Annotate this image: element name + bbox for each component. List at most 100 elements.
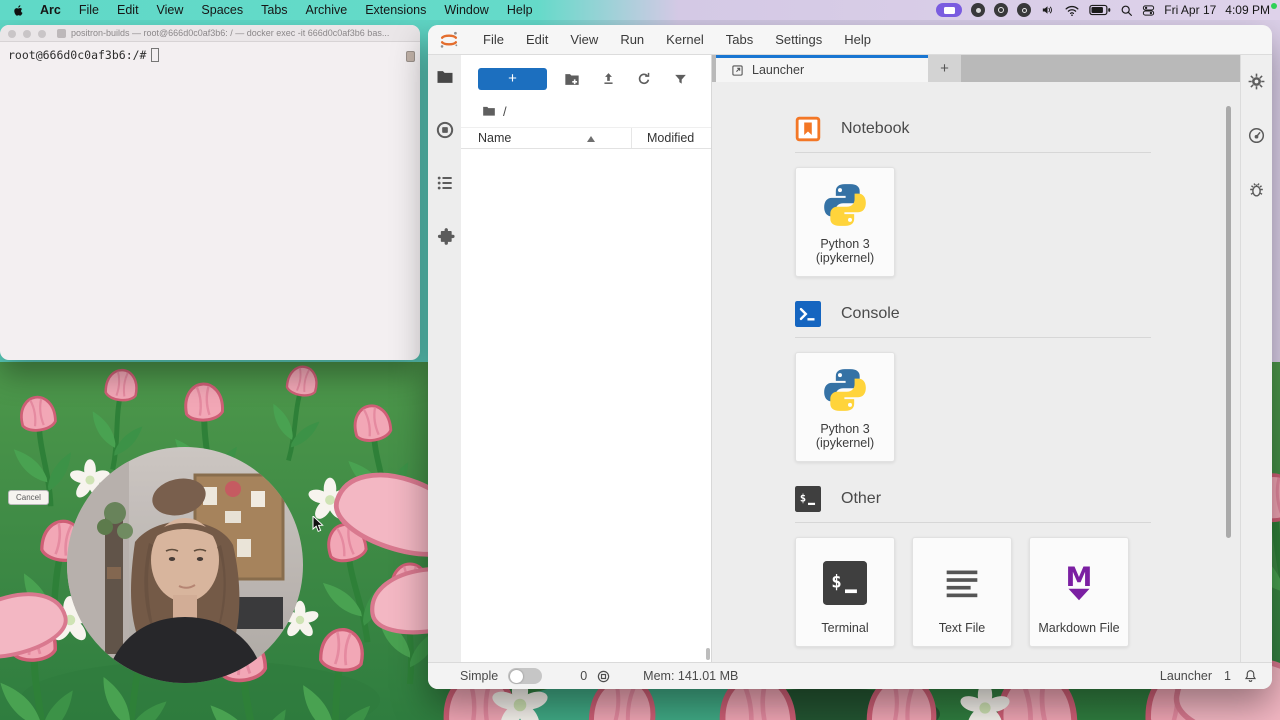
volume-icon[interactable] — [1040, 3, 1055, 17]
file-browser-panel: + / Name Modified — [461, 55, 712, 662]
file-list-empty[interactable] — [461, 149, 711, 619]
extension-manager-icon[interactable] — [435, 226, 455, 246]
kernel-count: 0 — [580, 669, 588, 683]
control-center-icon[interactable] — [1142, 4, 1155, 17]
battery-icon[interactable] — [1089, 4, 1111, 16]
menu-bar-time[interactable]: 4:09 PM — [1225, 3, 1270, 17]
column-name[interactable]: Name — [461, 131, 511, 145]
upload-icon[interactable] — [600, 71, 616, 87]
menubar-app-icon[interactable] — [971, 3, 986, 17]
file-browser-icon[interactable] — [435, 67, 455, 87]
file-browser-toolbar: + — [461, 66, 711, 92]
status-bar: Simple 0 Mem: 141.01 MB Launcher 1 — [428, 662, 1272, 689]
notebook-icon — [795, 116, 821, 142]
left-sidebar-strip — [428, 55, 461, 662]
jl-menu-run[interactable]: Run — [609, 25, 655, 55]
debugger-bug-icon[interactable] — [1247, 179, 1267, 199]
section-console-header: Console — [795, 301, 1240, 327]
breadcrumb: / — [461, 102, 711, 120]
jl-menu-view[interactable]: View — [559, 25, 609, 55]
section-console-title: Console — [841, 305, 900, 322]
zoom-window-button[interactable] — [38, 29, 46, 38]
filter-icon[interactable] — [672, 72, 688, 87]
section-other-title: Other — [841, 490, 882, 507]
markdown-file-card[interactable]: M Markdown File — [1029, 537, 1129, 647]
close-window-button[interactable] — [8, 29, 16, 38]
cancel-button[interactable]: Cancel — [8, 490, 49, 505]
svg-text:$: $ — [800, 493, 806, 505]
menu-edit[interactable]: Edit — [108, 0, 148, 20]
menu-bar-date[interactable]: Fri Apr 17 — [1164, 3, 1216, 17]
menu-arc[interactable]: Arc — [31, 0, 70, 20]
markdown-icon: M — [1056, 538, 1102, 621]
text-file-card[interactable]: Text File — [912, 537, 1012, 647]
launcher-panel: Notebook Python 3 (ipykernel) Console Py… — [712, 82, 1240, 662]
card-label: Terminal — [821, 621, 869, 636]
menubar-camera-icon[interactable] — [1017, 3, 1032, 17]
section-divider — [795, 522, 1151, 523]
running-kernels-icon[interactable] — [435, 120, 455, 140]
jupyterlab-menu-bar: File Edit View Run Kernel Tabs Settings … — [428, 25, 1272, 55]
breadcrumb-root[interactable]: / — [503, 104, 507, 119]
macos-menu-bar: Arc File Edit View Spaces Tabs Archive E… — [0, 0, 1280, 20]
column-modified[interactable]: Modified — [647, 131, 694, 145]
status-context-label[interactable]: Launcher — [1160, 669, 1212, 683]
jl-menu-tabs[interactable]: Tabs — [715, 25, 764, 55]
kernel-status-icon[interactable] — [596, 669, 611, 684]
menu-view[interactable]: View — [148, 0, 193, 20]
terminal-section-icon: $ — [795, 486, 821, 512]
section-divider — [795, 152, 1151, 153]
menu-help[interactable]: Help — [498, 0, 542, 20]
jl-menu-file[interactable]: File — [472, 25, 515, 55]
jl-menu-kernel[interactable]: Kernel — [655, 25, 715, 55]
terminal-title-bar[interactable]: positron-builds — root@666d0c0af3b6: / —… — [0, 25, 420, 42]
svg-text:M: M — [1066, 562, 1093, 593]
menu-window[interactable]: Window — [435, 0, 497, 20]
gauge-icon[interactable] — [1247, 125, 1267, 145]
new-tab-button[interactable]: + — [928, 55, 961, 82]
card-label: Python 3 (ipykernel) — [815, 421, 875, 451]
menu-tabs[interactable]: Tabs — [252, 0, 296, 20]
refresh-icon[interactable] — [636, 71, 652, 87]
jupyter-logo-icon — [438, 29, 460, 51]
terminal-icon: $ — [823, 538, 867, 621]
property-inspector-gears-icon[interactable] — [1247, 71, 1267, 91]
screen-share-indicator-icon[interactable] — [936, 3, 963, 17]
wifi-icon[interactable] — [1064, 4, 1080, 17]
menu-extensions[interactable]: Extensions — [356, 0, 435, 20]
terminal-card[interactable]: $ Terminal — [795, 537, 895, 647]
notification-count: 1 — [1224, 669, 1231, 683]
console-python3-card[interactable]: Python 3 (ipykernel) — [795, 352, 895, 462]
simple-mode-toggle[interactable] — [508, 668, 543, 684]
jl-menu-edit[interactable]: Edit — [515, 25, 559, 55]
folder-icon[interactable] — [482, 105, 496, 117]
tab-launcher[interactable]: Launcher — [716, 55, 928, 82]
main-dock-panel: Launcher + Notebook Python 3 (ipykernel)… — [712, 55, 1240, 662]
menubar-record-icon[interactable] — [994, 3, 1009, 17]
jl-menu-help[interactable]: Help — [833, 25, 882, 55]
webcam-overlay — [67, 447, 303, 683]
mouse-cursor — [312, 516, 324, 533]
minimize-window-button[interactable] — [23, 29, 31, 38]
section-notebook-title: Notebook — [841, 120, 910, 137]
jl-menu-settings[interactable]: Settings — [764, 25, 833, 55]
terminal-window-title: positron-builds — root@666d0c0af3b6: / —… — [71, 27, 390, 38]
table-of-contents-icon[interactable] — [435, 173, 455, 193]
menu-file[interactable]: File — [70, 0, 108, 20]
new-launcher-button[interactable]: + — [478, 68, 547, 90]
notebook-python3-card[interactable]: Python 3 (ipykernel) — [795, 167, 895, 277]
spotlight-search-icon[interactable] — [1120, 4, 1133, 17]
file-browser-scrollbar[interactable] — [706, 648, 710, 660]
jupyterlab-window: File Edit View Run Kernel Tabs Settings … — [428, 25, 1272, 689]
launcher-tab-label: Launcher — [752, 63, 805, 77]
menu-archive[interactable]: Archive — [297, 0, 357, 20]
terminal-content[interactable]: root@666d0c0af3b6:/# — [0, 42, 420, 68]
sort-ascending-icon[interactable] — [587, 136, 595, 142]
launcher-scrollbar[interactable] — [1226, 106, 1231, 538]
text-file-icon — [939, 538, 985, 621]
terminal-window: positron-builds — root@666d0c0af3b6: / —… — [0, 25, 420, 360]
new-folder-icon[interactable] — [564, 72, 580, 87]
apple-icon[interactable] — [10, 3, 31, 18]
bell-icon[interactable] — [1243, 668, 1258, 684]
menu-spaces[interactable]: Spaces — [192, 0, 252, 20]
